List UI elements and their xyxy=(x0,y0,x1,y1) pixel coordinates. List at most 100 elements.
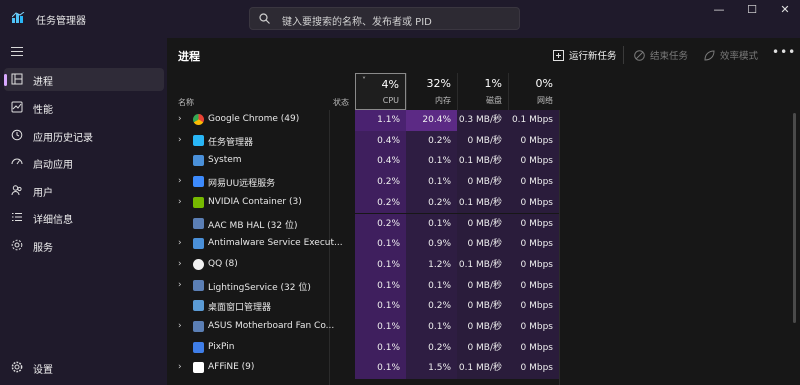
memory-cell: 0.1% xyxy=(406,275,457,297)
app-icon xyxy=(193,217,204,229)
expand-chevron-icon[interactable]: › xyxy=(178,176,182,186)
process-name: QQ (8) xyxy=(208,258,238,269)
disk-cell: 0 MB/秒 xyxy=(457,130,508,152)
disk-cell: 0 MB/秒 xyxy=(457,337,508,359)
table-row[interactable]: › NVIDIA Container (3) 0.2% 0.2% 0.1 MB/秒 0 M… xyxy=(167,192,800,214)
sidebar-item-label: 进程 xyxy=(33,77,53,88)
memory-cell: 0.2% xyxy=(406,192,457,214)
network-cell: 0 Mbps xyxy=(508,192,559,214)
disk-cell: 0 MB/秒 xyxy=(457,317,508,338)
details-icon xyxy=(12,213,22,221)
search-icon xyxy=(259,13,270,24)
task-manager-icon xyxy=(193,134,204,146)
network-label: 网络 xyxy=(537,96,553,105)
disk-cell: 0 MB/秒 xyxy=(457,234,508,255)
column-header-name[interactable]: 名称 xyxy=(178,97,194,108)
sidebar-item-performance[interactable]: 性能 xyxy=(4,96,164,119)
expand-chevron-icon[interactable]: › xyxy=(178,321,182,331)
search-box[interactable]: 键入要搜索的名称、发布者或 PID xyxy=(249,7,520,30)
expand-chevron-icon[interactable]: › xyxy=(178,238,182,248)
maximize-button[interactable]: ☐ xyxy=(737,3,767,19)
sidebar-item-startup[interactable]: 启动应用 xyxy=(4,151,164,174)
efficiency-mode-button[interactable]: 效率模式 xyxy=(704,48,758,62)
sidebar-item-label: 性能 xyxy=(33,105,53,116)
table-row[interactable]: › Antimalware Service Execut... 0.1% 0.9% 0 … xyxy=(167,234,800,255)
memory-cell: 0.1% xyxy=(406,317,457,338)
column-header-network[interactable]: 0% 网络 xyxy=(508,73,559,110)
expand-chevron-icon[interactable]: › xyxy=(178,280,182,290)
sort-chevron-down-icon: ˅ xyxy=(362,76,366,85)
disk-label: 磁盘 xyxy=(486,96,502,105)
network-cell: 0 Mbps xyxy=(508,130,559,152)
disk-cell: 0.1 MB/秒 xyxy=(457,192,508,214)
menu-icon[interactable] xyxy=(11,47,23,57)
table-row[interactable]: › 任务管理器 0.4% 0.2% 0 MB/秒 0 Mbps xyxy=(167,130,800,152)
column-header-memory[interactable]: 32% 内存 xyxy=(406,73,457,110)
minimize-button[interactable]: — xyxy=(704,3,734,19)
cpu-cell: 0.2% xyxy=(355,172,406,193)
cpu-cell: 0.1% xyxy=(355,234,406,255)
disk-cell: 0.1 MB/秒 xyxy=(457,254,508,276)
leaf-icon xyxy=(704,50,715,61)
table-row[interactable]: › Google Chrome (49) 1.1% 20.4% 0.3 MB/秒 0.1 … xyxy=(167,110,800,131)
system-icon xyxy=(193,155,204,167)
run-new-task-button[interactable]: 运行新任务 xyxy=(553,48,617,62)
sidebar-item-details[interactable]: 详细信息 xyxy=(4,206,164,229)
sidebar-item-label: 启动应用 xyxy=(33,160,73,171)
table-row[interactable]: 桌面窗口管理器 0.1% 0.2% 0 MB/秒 0 Mbps xyxy=(167,296,800,317)
table-row[interactable]: › AFFiNE (9) 0.1% 1.5% 0.1 MB/秒 0 Mbps xyxy=(167,358,800,380)
scrollbar[interactable] xyxy=(793,113,796,323)
sidebar-item-services[interactable]: 服务 xyxy=(4,234,164,257)
cpu-cell: 0.2% xyxy=(355,192,406,214)
table-row[interactable]: System 0.4% 0.1% 0.1 MB/秒 0 Mbps xyxy=(167,151,800,173)
expand-chevron-icon[interactable]: › xyxy=(178,362,182,372)
process-name: LightingService (32 位) xyxy=(208,282,311,293)
toolbar-divider xyxy=(623,46,624,64)
expand-chevron-icon[interactable]: › xyxy=(178,197,182,207)
qq-icon xyxy=(193,258,204,270)
end-task-button[interactable]: 结束任务 xyxy=(634,48,688,62)
memory-cell: 0.2% xyxy=(406,130,457,152)
network-total: 0% xyxy=(535,77,553,90)
search-placeholder[interactable]: 键入要搜索的名称、发布者或 PID xyxy=(282,13,432,28)
network-cell: 0 Mbps xyxy=(508,172,559,193)
disk-total: 1% xyxy=(484,77,502,90)
sidebar-item-history[interactable]: 应用历史记录 xyxy=(4,124,164,147)
processes-panel: 进程 运行新任务 结束任务 效率模式 ••• 名称 状态 ˅ 4% CPU 32… xyxy=(167,38,800,385)
process-name: PixPin xyxy=(208,341,235,352)
expand-chevron-icon[interactable]: › xyxy=(178,114,182,124)
sidebar-item-processes[interactable]: 进程 xyxy=(4,68,164,91)
dwm-icon xyxy=(193,300,204,312)
table-row[interactable]: › 网易UU远程服务 0.2% 0.1% 0 MB/秒 0 Mbps xyxy=(167,172,800,193)
shield-icon xyxy=(193,238,204,250)
gear-icon xyxy=(11,361,23,373)
table-row[interactable]: AAC MB HAL (32 位) 0.2% 0.1% 0 MB/秒 0 Mbps xyxy=(167,213,800,235)
pixpin-icon xyxy=(193,341,204,353)
end-task-label: 结束任务 xyxy=(650,51,689,62)
column-header-status[interactable]: 状态 xyxy=(333,97,349,108)
table-row[interactable]: › QQ (8) 0.1% 1.2% 0.1 MB/秒 0 Mbps xyxy=(167,254,800,276)
title-bar: 任务管理器 键入要搜索的名称、发布者或 PID — ☐ ✕ xyxy=(0,0,800,38)
memory-cell: 1.5% xyxy=(406,358,457,380)
network-cell: 0 Mbps xyxy=(508,337,559,359)
column-header-cpu[interactable]: ˅ 4% CPU xyxy=(355,73,406,110)
memory-total: 32% xyxy=(426,77,451,90)
sidebar: 进程 性能 应用历史记录 启动应用 用户 详细信息 服务 设置 xyxy=(0,38,167,385)
expand-chevron-icon[interactable]: › xyxy=(178,259,182,269)
table-row[interactable]: › ASUS Motherboard Fan Co... 0.1% 0.1% 0 MB/… xyxy=(167,317,800,338)
sidebar-item-users[interactable]: 用户 xyxy=(4,179,164,202)
sidebar-item-label: 用户 xyxy=(33,188,53,199)
column-header-disk[interactable]: 1% 磁盘 xyxy=(457,73,508,110)
table-row[interactable]: › LightingService (32 位) 0.1% 0.1% 0 MB/秒 0 M… xyxy=(167,275,800,297)
close-button[interactable]: ✕ xyxy=(770,3,800,19)
sidebar-item-settings[interactable]: 设置 xyxy=(4,356,164,379)
network-cell: 0 Mbps xyxy=(508,275,559,297)
process-name: 任务管理器 xyxy=(208,137,254,148)
efficiency-mode-label: 效率模式 xyxy=(720,51,759,62)
more-options-button[interactable]: ••• xyxy=(772,45,796,59)
memory-cell: 0.1% xyxy=(406,213,457,235)
table-row[interactable]: PixPin 0.1% 0.2% 0 MB/秒 0 Mbps xyxy=(167,337,800,359)
process-name: Google Chrome (49) xyxy=(208,114,300,124)
memory-cell: 0.9% xyxy=(406,234,457,255)
expand-chevron-icon[interactable]: › xyxy=(178,135,182,145)
